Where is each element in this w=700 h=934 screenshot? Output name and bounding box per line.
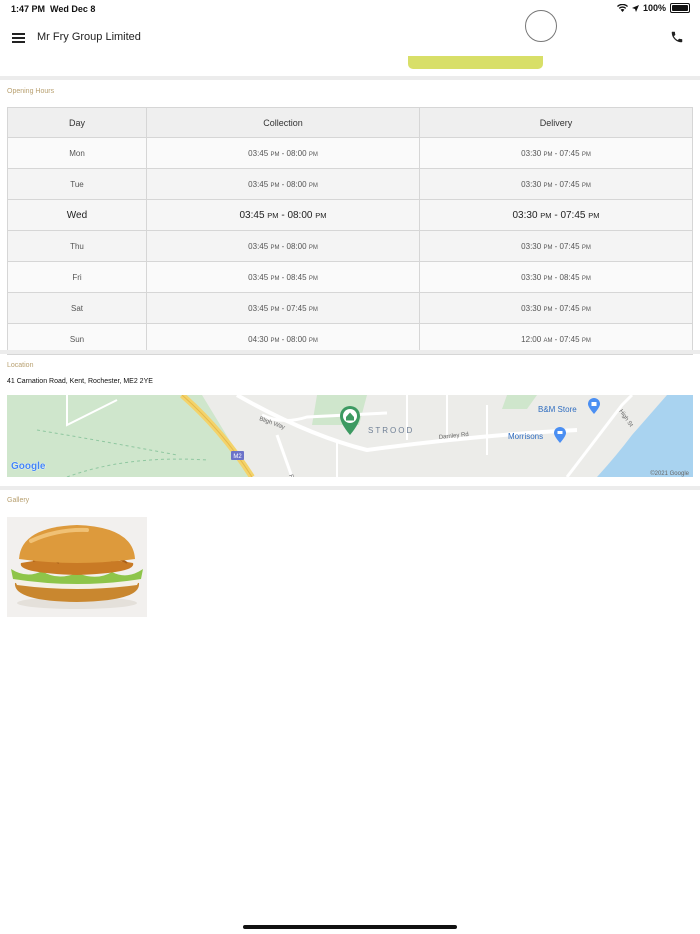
day-cell: Tue [7,168,147,200]
section-divider [0,486,700,490]
delivery-hours-cell: 03:30 PM - 07:45 PM [419,230,693,262]
status-bar: 1:47 PM Wed Dec 8 100% [0,0,700,18]
table-row: Wed 03:45 PM - 08:00 PM 03:30 PM - 07:45 P… [7,199,693,231]
delivery-hours-cell: 03:30 PM - 07:45 PM [419,199,693,231]
collection-hours-cell: 03:45 PM - 08:00 PM [146,137,420,169]
delivery-hours-cell: 03:30 PM - 07:45 PM [419,292,693,324]
column-header-collection: Collection [146,107,420,138]
opening-hours-label: Opening Hours [7,88,55,95]
collection-hours-cell: 03:45 PM - 08:00 PM [146,168,420,200]
table-row: Sat 03:45 PM - 07:45 PM 03:30 PM - 07:45 P… [7,292,693,324]
delivery-hours-cell: 03:30 PM - 08:45 PM [419,261,693,293]
day-cell: Wed [7,199,147,231]
status-time: 1:47 PM Wed Dec 8 [11,4,96,14]
home-indicator[interactable] [243,925,457,929]
section-divider [0,76,700,80]
google-logo: Google [11,461,46,472]
map-poi-label: B&M Store [538,405,577,414]
day-cell: Sat [7,292,147,324]
page-title: Mr Fry Group Limited [37,31,141,43]
status-indicators: 100% [616,3,690,13]
map-motorway-label: M2 [233,454,242,460]
delivery-hours-cell: 03:30 PM - 07:45 PM [419,137,693,169]
collection-hours-cell: 03:45 PM - 08:00 PM [146,230,420,262]
address-text: 41 Carnation Road, Kent, Rochester, ME2 … [7,378,153,385]
map-road-label: Rd [287,474,295,477]
wifi-icon [616,4,628,12]
map-poi-label: Morrisons [508,432,543,441]
gallery-label: Gallery [7,497,30,504]
column-header-delivery: Delivery [419,107,693,138]
column-header-day: Day [7,107,147,138]
section-divider [0,350,700,354]
location-map[interactable]: M2 Bligh Way Darnley Rd High St Rd STROO… [7,395,693,477]
map-copyright: ©2021 Google [650,470,689,477]
app-header: Mr Fry Group Limited [0,20,700,56]
accent-action-button[interactable] [408,56,543,69]
collection-hours-cell: 03:45 PM - 08:00 PM [146,199,420,231]
table-row: Thu 03:45 PM - 08:00 PM 03:30 PM - 07:45 P… [7,230,693,262]
location-arrow-icon [631,4,639,12]
day-cell: Thu [7,230,147,262]
table-header-row: Day Collection Delivery [7,107,693,138]
table-row: Fri 03:45 PM - 08:45 PM 03:30 PM - 08:45 P… [7,261,693,293]
phone-icon[interactable] [670,30,684,44]
day-cell: Fri [7,261,147,293]
table-row: Tue 03:45 PM - 08:00 PM 03:30 PM - 07:45 P… [7,168,693,200]
opening-hours-table: Day Collection Delivery Mon 03:45 PM - 08… [7,107,693,355]
collection-hours-cell: 03:45 PM - 07:45 PM [146,292,420,324]
table-row: Mon 03:45 PM - 08:00 PM 03:30 PM - 07:45 P… [7,137,693,169]
battery-icon [670,3,690,13]
delivery-hours-cell: 03:30 PM - 07:45 PM [419,168,693,200]
battery-percent: 100% [642,3,666,13]
map-area-label: STROOD [368,426,414,435]
day-cell: Mon [7,137,147,169]
gallery-image-chicken-burger[interactable] [7,517,147,617]
hamburger-menu-icon[interactable] [12,33,25,43]
location-label: Location [7,362,34,369]
collection-hours-cell: 03:45 PM - 08:45 PM [146,261,420,293]
